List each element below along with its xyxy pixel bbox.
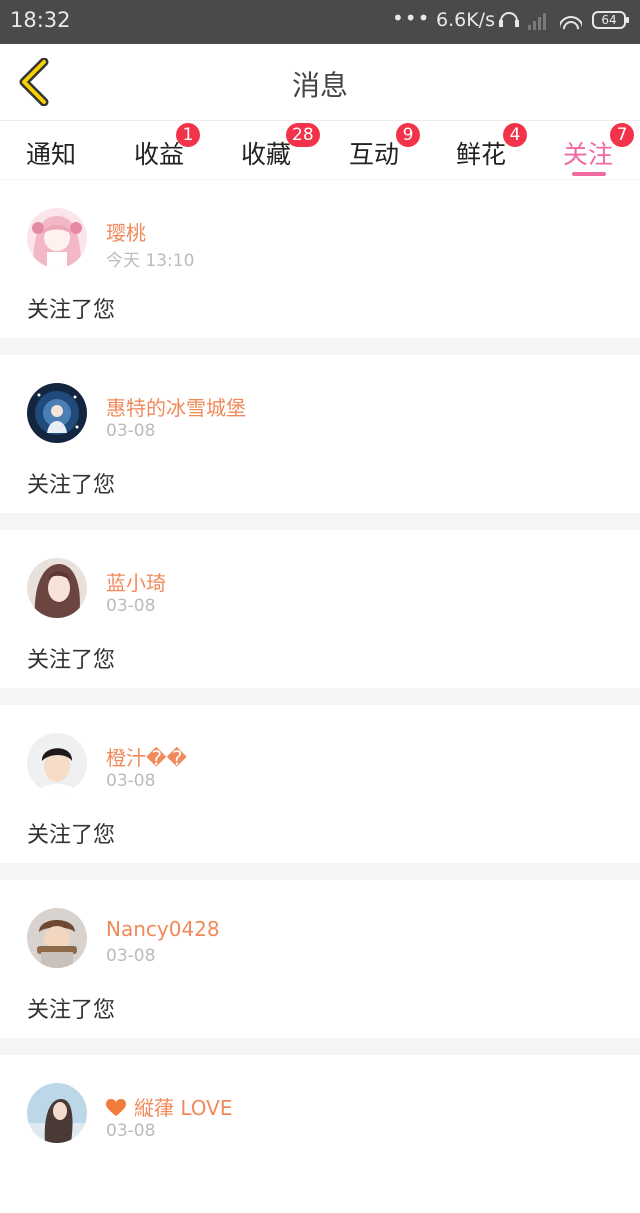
message-text: 关注了您 — [27, 823, 116, 848]
tab-follows[interactable]: 关注 7 — [548, 123, 634, 177]
avatar[interactable] — [27, 383, 87, 443]
avatar[interactable] — [27, 908, 87, 968]
headset-icon — [499, 12, 519, 27]
message-text: 关注了您 — [27, 998, 116, 1023]
avatar[interactable] — [27, 1083, 87, 1143]
signal-icon — [528, 12, 550, 30]
user-name[interactable]: 璎桃 — [106, 217, 146, 246]
battery-icon: 64 — [592, 11, 629, 29]
tab-badge: 9 — [396, 123, 420, 147]
message-date: 今天 13:10 — [106, 251, 195, 271]
message-date: 03-08 — [106, 421, 156, 441]
tab-flowers[interactable]: 鲜花 4 — [441, 123, 527, 177]
tab-label: 收益 — [133, 140, 184, 169]
list-item[interactable]: Nancy0428 03-08 关注了您 — [0, 880, 640, 1038]
user-name[interactable]: 蓝小琦 — [106, 567, 166, 596]
list-item[interactable]: 惠特的冰雪城堡 03-08 关注了您 — [0, 355, 640, 513]
page-title: 消息 — [291, 69, 348, 102]
tab-notifications[interactable]: 通知 — [11, 131, 91, 177]
tab-interactions[interactable]: 互动 9 — [334, 123, 420, 177]
status-bar: 18:32 ••• 6.6K/s 64 — [0, 0, 640, 44]
heart-icon — [106, 1099, 126, 1116]
network-speed: 6.6K/s — [436, 9, 495, 31]
message-date: 03-08 — [106, 596, 156, 616]
message-text: 关注了您 — [27, 648, 116, 673]
message-date: 03-08 — [106, 1121, 156, 1141]
tab-bar: 通知 收益 1 收藏 28 互动 9 鲜花 4 关注 7 — [0, 121, 640, 179]
tab-label: 收藏 — [240, 140, 291, 169]
tab-earnings[interactable]: 收益 1 — [119, 123, 200, 177]
tab-badge: 4 — [503, 123, 527, 147]
user-name[interactable]: Nancy0428 — [106, 917, 220, 941]
list-item[interactable]: 璎桃 今天 13:10 关注了您 — [0, 180, 640, 338]
message-text: 关注了您 — [27, 298, 116, 323]
user-name-text: 縦葎 LOVE — [134, 1096, 233, 1120]
tab-label: 通知 — [25, 140, 76, 169]
user-name[interactable]: 橙汁�� — [106, 742, 187, 771]
more-dots-icon: ••• — [392, 6, 431, 30]
list-item[interactable]: 縦葎 LOVE 03-08 — [0, 1055, 640, 1213]
list-item[interactable]: 蓝小琦 03-08 关注了您 — [0, 530, 640, 688]
message-date: 03-08 — [106, 946, 156, 966]
tab-label: 关注 — [562, 140, 613, 169]
active-tab-indicator — [572, 172, 606, 176]
message-date: 03-08 — [106, 771, 156, 791]
wifi-icon — [560, 12, 582, 30]
tab-favorites[interactable]: 收藏 28 — [226, 123, 320, 177]
list-item[interactable]: 橙汁�� 03-08 关注了您 — [0, 705, 640, 863]
user-name[interactable]: 惠特的冰雪城堡 — [106, 392, 246, 421]
status-time: 18:32 — [10, 8, 71, 32]
tab-badge: 28 — [286, 123, 320, 147]
tab-badge: 7 — [610, 123, 634, 147]
tab-label: 鲜花 — [455, 140, 506, 169]
avatar[interactable] — [27, 208, 87, 268]
nav-bar: 消息 — [0, 44, 640, 121]
message-text: 关注了您 — [27, 473, 116, 498]
tab-label: 互动 — [348, 140, 399, 169]
avatar[interactable] — [27, 558, 87, 618]
user-name[interactable]: 縦葎 LOVE — [106, 1092, 233, 1121]
tab-badge: 1 — [176, 123, 200, 147]
avatar[interactable] — [27, 733, 87, 793]
